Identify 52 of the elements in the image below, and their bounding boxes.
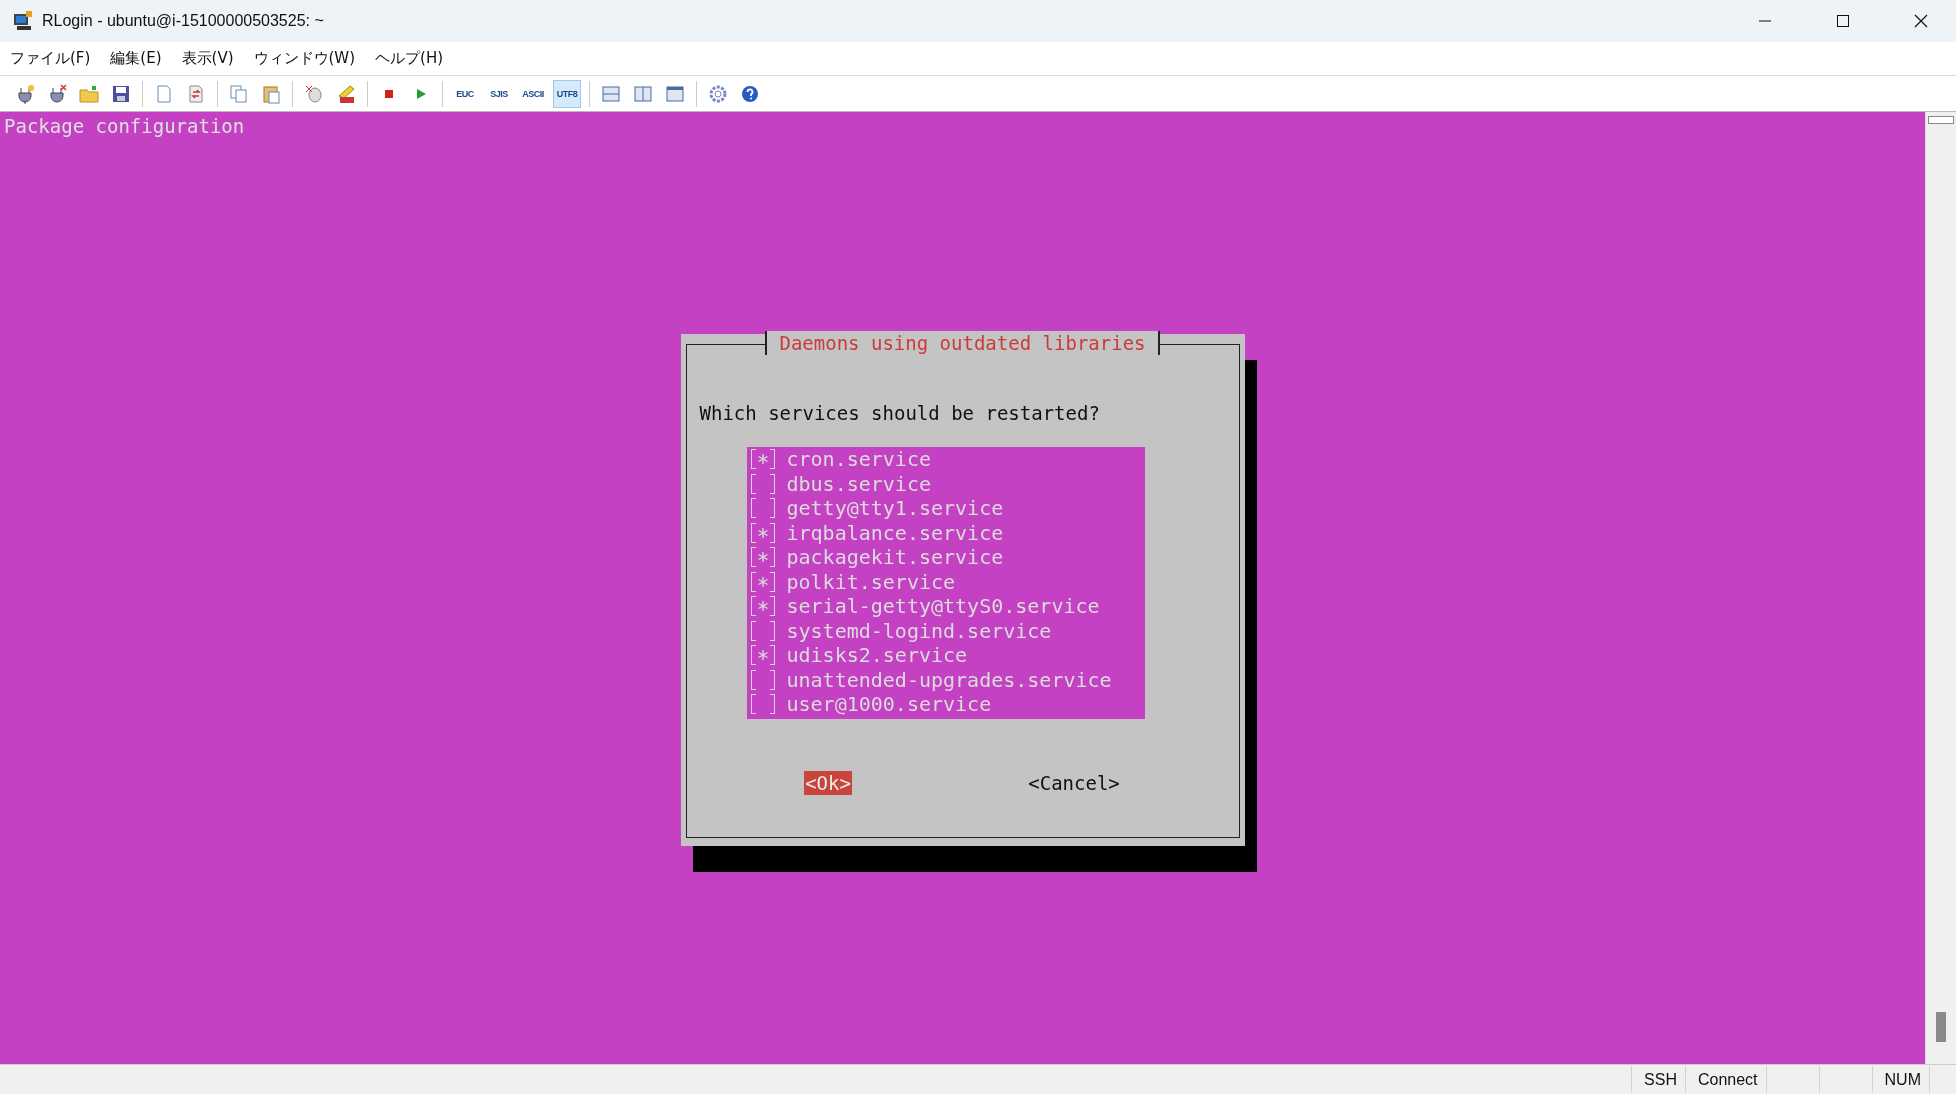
checkbox[interactable] bbox=[750, 669, 775, 690]
status-pane: NUM bbox=[1871, 1066, 1929, 1093]
encoding-button[interactable]: SJIS bbox=[485, 79, 513, 108]
service-name: polkit.service bbox=[786, 569, 956, 594]
service-name: getty@tty1.service bbox=[786, 496, 1004, 521]
service-name: udisks2.service bbox=[786, 643, 968, 668]
checkbox[interactable] bbox=[750, 473, 775, 494]
asterisk-icon bbox=[756, 526, 769, 539]
encoding-button[interactable]: EUC bbox=[451, 79, 479, 108]
service-name: dbus.service bbox=[786, 471, 931, 496]
app-icon bbox=[12, 10, 34, 32]
dialog-button[interactable]: <Cancel> bbox=[1027, 771, 1121, 795]
service-name: irqbalance.service bbox=[786, 520, 1004, 545]
maximize-icon bbox=[1836, 14, 1850, 28]
status-pane: SSH bbox=[1631, 1066, 1685, 1093]
service-name: cron.service bbox=[786, 447, 931, 472]
service-name: user@1000.service bbox=[786, 692, 992, 717]
service-name: packagekit.service bbox=[786, 545, 1004, 570]
dialog-question: Which services should be restarted? bbox=[699, 401, 1100, 425]
checkbox[interactable] bbox=[750, 571, 775, 592]
service-name: serial-getty@ttyS0.service bbox=[786, 594, 1100, 619]
checkbox[interactable] bbox=[750, 449, 775, 470]
terminal-header: Package configuration bbox=[3, 114, 245, 138]
menu-item[interactable]: ファイル(F) bbox=[10, 49, 91, 68]
encoding-button[interactable]: UTF8 bbox=[553, 79, 581, 108]
asterisk-icon bbox=[756, 600, 769, 613]
encoding-button[interactable]: ASCII bbox=[519, 79, 547, 108]
checkbox[interactable] bbox=[750, 694, 775, 715]
dialog-title: Daemons using outdated libraries bbox=[765, 331, 1160, 355]
checkbox[interactable] bbox=[750, 620, 775, 641]
asterisk-icon bbox=[756, 453, 769, 466]
dialog-button[interactable]: <Ok> bbox=[804, 771, 852, 795]
menu-item[interactable]: 表示(V) bbox=[181, 49, 234, 68]
menu-item[interactable]: ヘルプ(H) bbox=[375, 49, 444, 68]
checkbox[interactable] bbox=[750, 596, 775, 617]
checkbox[interactable] bbox=[750, 522, 775, 543]
service-name: systemd-logind.service bbox=[786, 618, 1052, 643]
menu-item[interactable]: ウィンドウ(W) bbox=[253, 49, 356, 68]
scrollbar[interactable] bbox=[1925, 112, 1956, 1064]
checkbox[interactable] bbox=[750, 645, 775, 666]
asterisk-icon bbox=[756, 551, 769, 564]
menu-item[interactable]: 編集(E) bbox=[110, 49, 162, 68]
asterisk-icon bbox=[756, 575, 769, 588]
asterisk-icon bbox=[756, 649, 769, 662]
scroll-up-button[interactable] bbox=[1928, 116, 1954, 124]
window-title: RLogin - ubuntu@i-15100000503525: ~ bbox=[42, 12, 325, 30]
checkbox[interactable] bbox=[750, 547, 775, 568]
close-icon bbox=[1914, 14, 1928, 28]
service-name: unattended-upgrades.service bbox=[786, 667, 1112, 692]
status-pane: Connect bbox=[1684, 1066, 1766, 1093]
scrollbar-thumb[interactable] bbox=[1936, 1012, 1946, 1042]
checkbox[interactable] bbox=[750, 498, 775, 519]
